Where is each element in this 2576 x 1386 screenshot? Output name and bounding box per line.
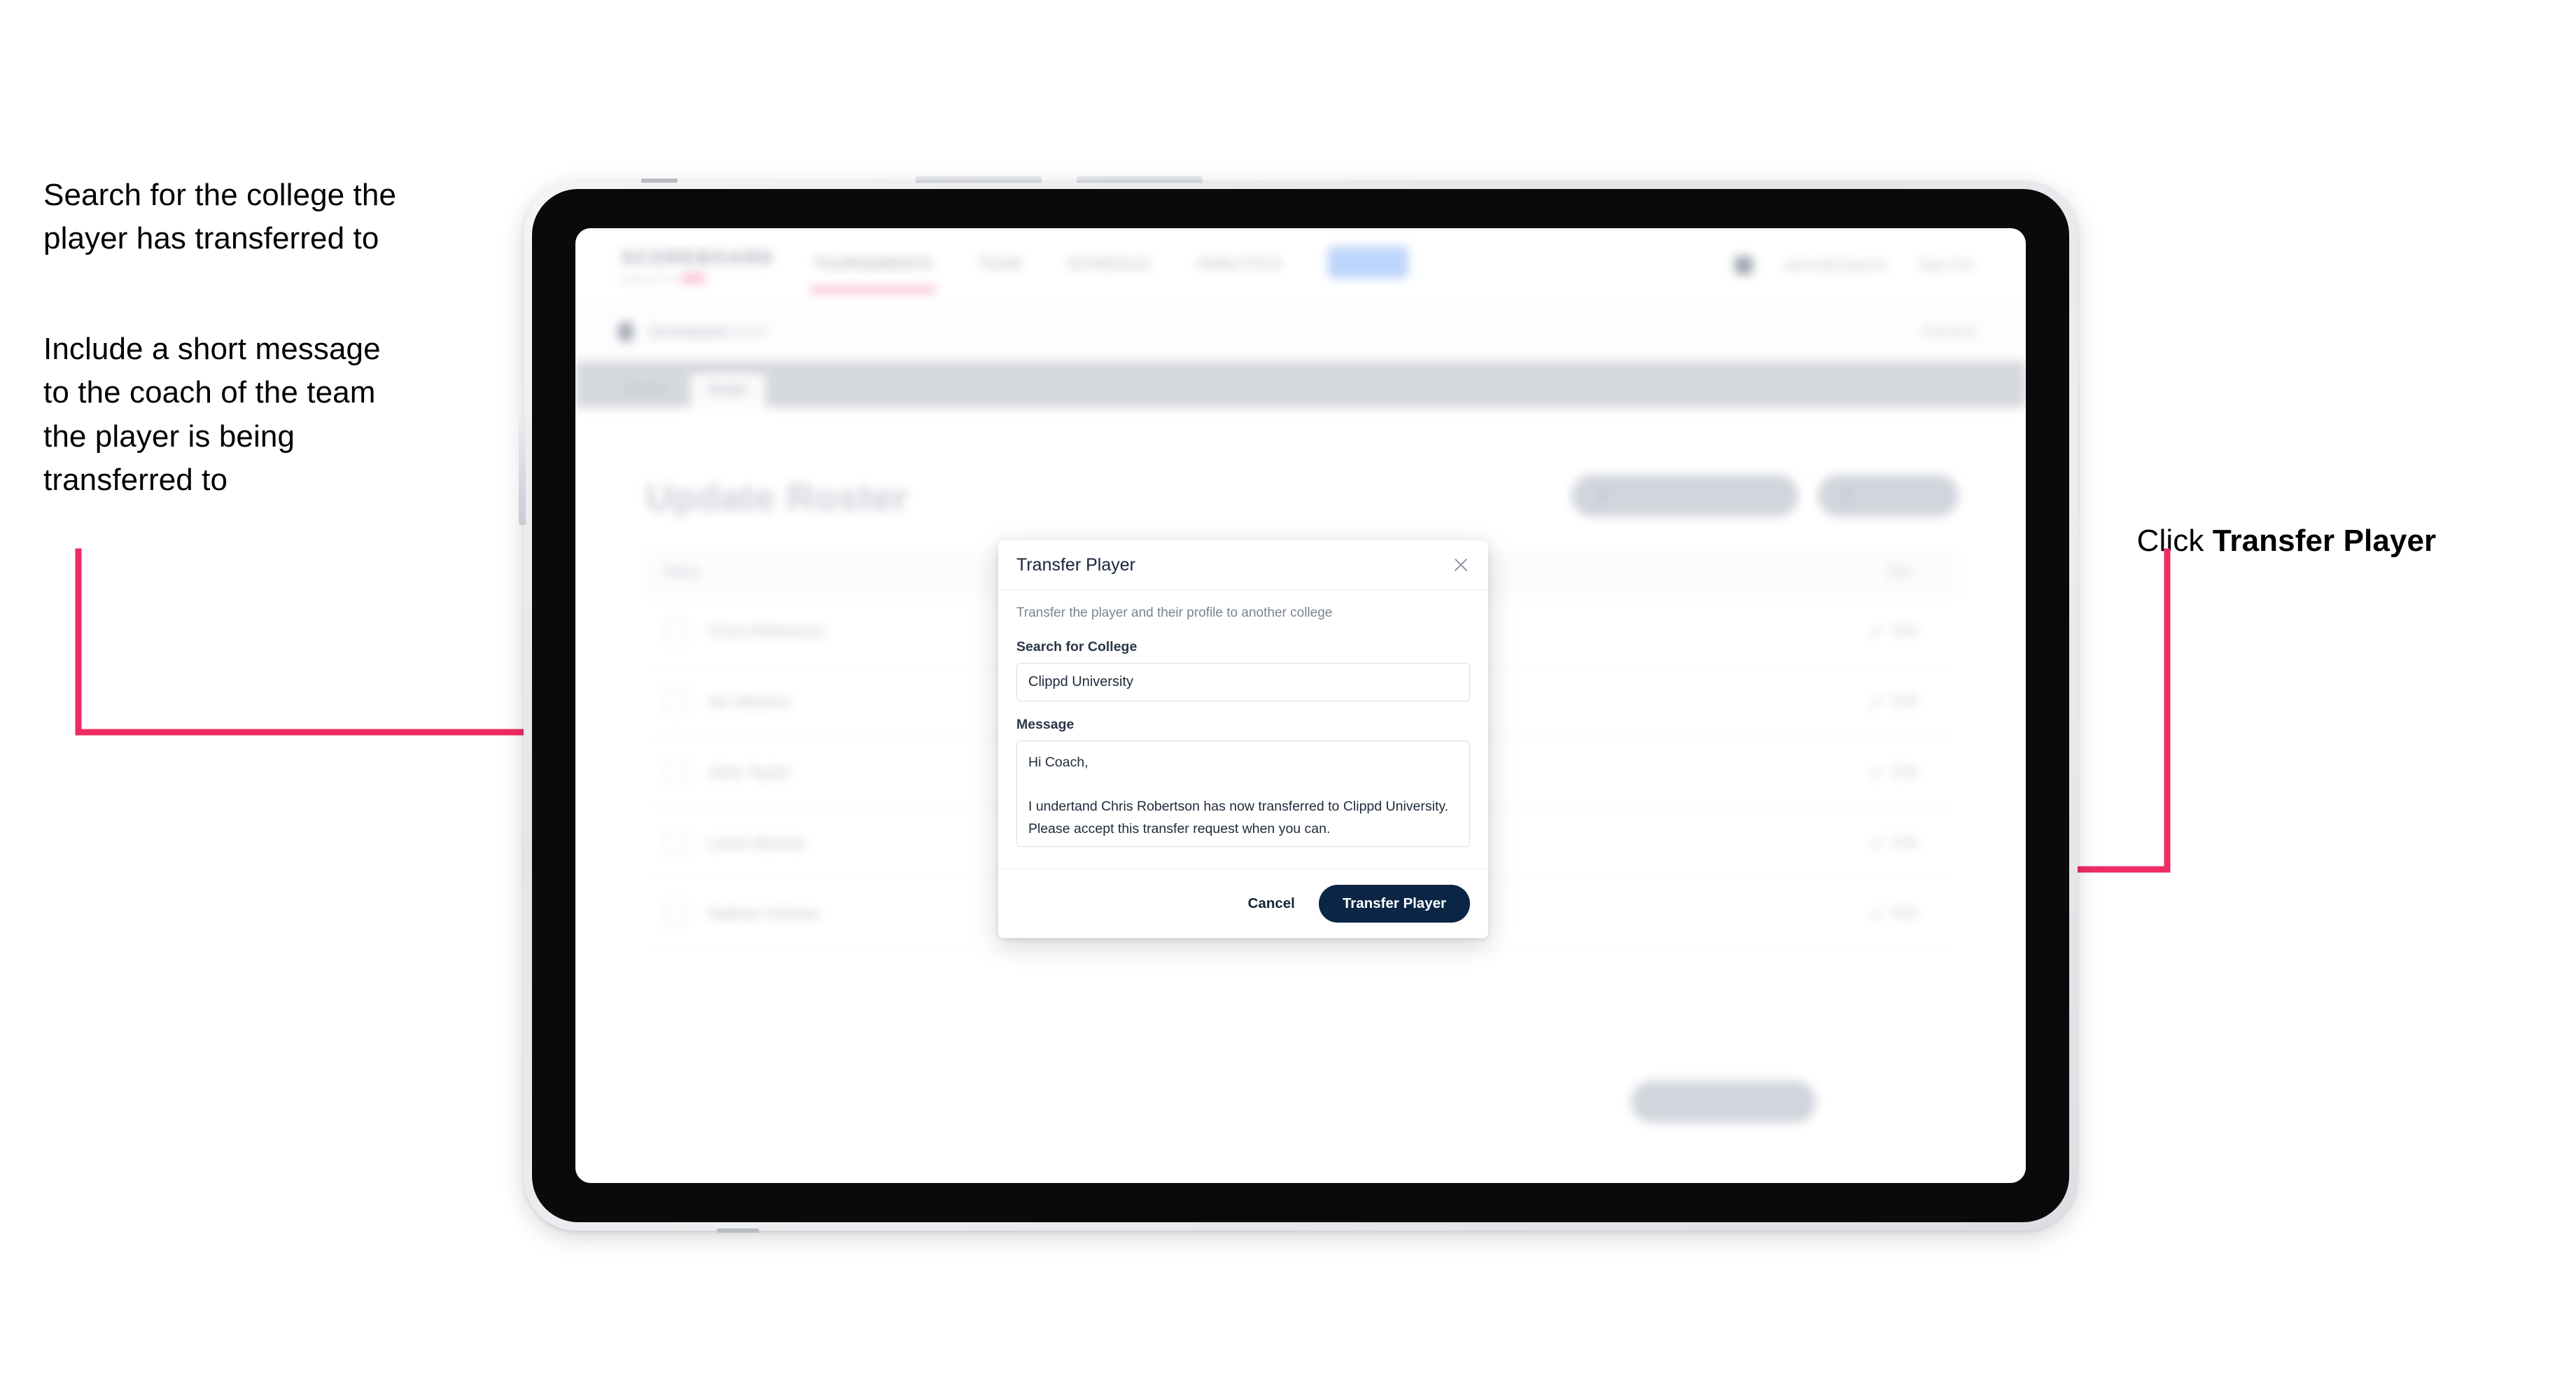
row-checkbox[interactable] [664, 831, 687, 855]
edit-player-link[interactable]: Edit [1868, 622, 1917, 639]
pencil-icon [1868, 906, 1883, 920]
nav-item-analytics[interactable]: ANALYTICS [1197, 238, 1282, 293]
edit-label: Edit [1892, 622, 1917, 638]
trophy-icon [619, 323, 633, 341]
nav-items: TOURNAMENTS TEAM SCHEDULE ANALYTICS ADMI… [811, 238, 1408, 293]
user-email: admin@clippd.io [1784, 257, 1888, 273]
transfer-player-button[interactable]: Transfer Player [1318, 885, 1470, 923]
add-player-button[interactable]: Add Player [1818, 475, 1959, 517]
antenna-band-top [641, 178, 678, 183]
save-and-continue-button[interactable]: Save And Continue [1631, 1081, 1816, 1123]
modal-header: Transfer Player [998, 540, 1488, 590]
tablet-screen: SCOREBOARD powered by TOURNAMENTS TEAM S… [575, 228, 2026, 1183]
nav-item-team[interactable]: TEAM [979, 238, 1021, 293]
edit-player-link[interactable]: Edit [1868, 764, 1917, 780]
modal-body: Transfer the player and their profile to… [998, 590, 1488, 869]
edit-label: Edit [1892, 834, 1917, 850]
sign-out-link[interactable]: Sign Out [1918, 258, 1973, 274]
app-logo[interactable]: SCOREBOARD powered by [622, 247, 774, 284]
breadcrumb-action[interactable]: General [1923, 323, 1975, 340]
player-name: John Taylor [708, 762, 791, 781]
nav-right-cluster: admin@clippd.io Sign Out [1735, 256, 1973, 274]
annotation-include-message: Include a short message to the coach of … [43, 332, 381, 498]
page-actions: Request Player Transfer Add Player [1571, 475, 1959, 517]
player-name: Chris Robertson [708, 621, 825, 640]
breadcrumb-title: Scoreboard [648, 323, 728, 340]
plus-icon [1842, 490, 1854, 501]
modal-description: Transfer the player and their profile to… [1016, 606, 1333, 620]
annotation-right-bold: Transfer Player [2212, 524, 2437, 559]
transfer-player-modal: Transfer Player Transfer the player and … [998, 540, 1488, 938]
nav-item-schedule[interactable]: SCHEDULE [1068, 238, 1152, 293]
volume-down-button[interactable] [1077, 176, 1203, 183]
edit-label: Edit [1892, 764, 1917, 780]
annotation-right-prefix: Click [2136, 524, 2213, 559]
message-label: Message [1016, 717, 1074, 732]
pencil-icon [1868, 694, 1883, 708]
page-title: Update Roster [645, 477, 909, 519]
nav-item-admin[interactable]: ADMIN [1328, 246, 1408, 279]
logo-accent-mark [681, 274, 706, 283]
edit-label: Edit [1892, 693, 1917, 709]
user-swap-icon [1595, 490, 1606, 501]
tab-roster[interactable]: Roster [690, 374, 766, 407]
row-checkbox[interactable] [664, 760, 687, 784]
breadcrumb-text: Scoreboard 2024 [648, 323, 766, 341]
logo-tagline: powered by [622, 273, 676, 284]
breadcrumb-subtitle: 2024 [732, 323, 766, 340]
top-navigation-bar: SCOREBOARD powered by TOURNAMENTS TEAM S… [575, 228, 2026, 303]
edit-player-link[interactable]: Edit [1868, 834, 1917, 851]
search-college-label: Search for College [1016, 639, 1138, 654]
row-checkbox[interactable] [664, 619, 687, 643]
search-college-input[interactable] [1016, 663, 1470, 701]
tab-strip: Details Roster [575, 361, 2026, 407]
avatar[interactable] [1735, 256, 1754, 274]
player-name: Lewis Barnes [708, 833, 806, 852]
nav-item-tournaments[interactable]: TOURNAMENTS [811, 238, 934, 293]
add-player-label: Add Player [1863, 487, 1935, 503]
annotation-search-college: Search for the college the player has tr… [43, 178, 397, 256]
edit-player-link[interactable]: Edit [1868, 905, 1917, 922]
column-header-edit: Edit [1888, 565, 1911, 580]
logo-wordmark: SCOREBOARD [622, 247, 774, 268]
tab-details[interactable]: Details [606, 374, 683, 407]
row-checkbox[interactable] [664, 902, 687, 925]
tablet-device: SCOREBOARD powered by TOURNAMENTS TEAM S… [519, 176, 2078, 1233]
pencil-icon [1868, 765, 1883, 779]
request-player-transfer-button[interactable]: Request Player Transfer [1571, 475, 1799, 517]
message-textarea[interactable]: Hi Coach, I undertand Chris Robertson ha… [1016, 741, 1470, 847]
power-button[interactable] [519, 419, 526, 525]
volume-up-button[interactable] [916, 176, 1042, 183]
column-header-name: Name [664, 565, 699, 580]
edit-label: Edit [1892, 905, 1917, 921]
breadcrumb: Scoreboard 2024 General [575, 302, 2026, 362]
cancel-button[interactable]: Cancel [1244, 895, 1299, 913]
modal-footer: Cancel Transfer Player [998, 869, 1488, 938]
pencil-icon [1868, 624, 1883, 638]
pencil-icon [1868, 836, 1883, 850]
antenna-band-bottom [717, 1228, 759, 1233]
request-player-transfer-label: Request Player Transfer [1616, 487, 1775, 503]
edit-player-link[interactable]: Edit [1868, 693, 1917, 710]
row-checkbox[interactable] [664, 690, 687, 713]
player-name: Nathan Holmes [708, 904, 820, 923]
player-name: Ian Winters [708, 692, 790, 710]
annotation-click-transfer-player: Click Transfer Player [2120, 476, 2554, 564]
close-icon[interactable] [1450, 554, 1471, 575]
modal-title: Transfer Player [1016, 554, 1135, 575]
